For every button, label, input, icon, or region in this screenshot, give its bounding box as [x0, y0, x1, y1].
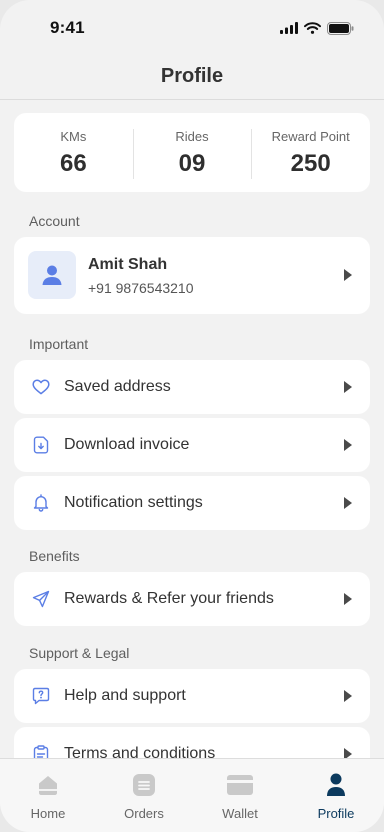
- menu-item-help-support[interactable]: Help and support: [14, 669, 370, 723]
- menu-item-rewards-refer[interactable]: Rewards & Refer your friends: [14, 572, 370, 626]
- page-title: Profile: [160, 65, 224, 87]
- chevron-right-icon: [344, 439, 352, 451]
- chevron-right-icon: [344, 381, 352, 393]
- stat-value: 09: [178, 150, 206, 177]
- chevron-right-icon: [344, 748, 352, 758]
- tab-label: Home: [30, 806, 66, 821]
- menu-item-label: Download invoice: [64, 436, 190, 453]
- battery-icon: [327, 21, 354, 35]
- stat-label: KMs: [60, 129, 87, 144]
- heart-icon: [31, 377, 51, 397]
- status-bar: 9:41: [0, 0, 384, 56]
- section-title-account: Account: [29, 213, 80, 229]
- section-title-important: Important: [29, 336, 89, 352]
- menu-item-label: Notification settings: [64, 494, 203, 511]
- phone-screen: 9:41 Profile KMs 66 Rides 09 Reward Poin…: [0, 0, 384, 832]
- page-header: Profile: [0, 56, 384, 100]
- tab-label: Orders: [124, 806, 164, 821]
- chevron-right-icon: [344, 593, 352, 605]
- stats-card: KMs 66 Rides 09 Reward Point 250: [14, 113, 370, 192]
- help-icon: [31, 686, 51, 706]
- chevron-right-icon: [344, 690, 352, 702]
- send-icon: [31, 589, 51, 609]
- tab-label: Profile: [317, 806, 355, 821]
- bell-icon: [31, 493, 51, 513]
- home-icon: [0, 771, 96, 799]
- menu-item-download-invoice[interactable]: Download invoice: [14, 418, 370, 472]
- bottom-tab-bar: Home Orders Wallet Profile: [0, 758, 384, 832]
- profile-icon: [288, 771, 384, 799]
- menu-item-label: Terms and conditions: [64, 745, 216, 758]
- menu-item-notification-settings[interactable]: Notification settings: [14, 476, 370, 530]
- stat-rides: Rides 09: [132, 127, 252, 179]
- menu-item-label: Rewards & Refer your friends: [64, 590, 274, 607]
- wifi-icon: [304, 22, 321, 34]
- stat-value: 66: [59, 150, 87, 177]
- invoice-icon: [31, 435, 51, 455]
- profile-content[interactable]: KMs 66 Rides 09 Reward Point 250 Account…: [0, 100, 384, 758]
- stat-reward-points: Reward Point 250: [251, 127, 370, 179]
- tab-home[interactable]: Home: [0, 759, 96, 832]
- stat-label: Rides: [175, 129, 209, 144]
- stat-label: Reward Point: [271, 129, 350, 144]
- tab-label: Wallet: [222, 806, 258, 821]
- clipboard-icon: [31, 744, 51, 758]
- account-phone: +91 9876543210: [88, 280, 194, 296]
- status-icons: [280, 21, 354, 35]
- signal-icon: [280, 22, 298, 34]
- stat-kms: KMs 66: [14, 127, 133, 178]
- account-name: Amit Shah: [88, 256, 168, 273]
- chevron-right-icon: [344, 269, 352, 281]
- tab-profile[interactable]: Profile: [288, 759, 384, 832]
- tab-orders[interactable]: Orders: [96, 759, 192, 832]
- stat-value: 250: [290, 150, 331, 177]
- menu-item-label: Saved address: [64, 378, 171, 395]
- status-time: 9:41: [50, 18, 85, 37]
- chevron-right-icon: [344, 497, 352, 509]
- menu-item-label: Help and support: [64, 687, 186, 704]
- section-title-benefits: Benefits: [29, 548, 80, 564]
- tab-wallet[interactable]: Wallet: [192, 759, 288, 832]
- menu-item-saved-address[interactable]: Saved address: [14, 360, 370, 414]
- orders-icon: [96, 771, 192, 799]
- avatar: [28, 251, 76, 299]
- wallet-icon: [192, 771, 288, 799]
- user-icon: [42, 265, 62, 285]
- account-card[interactable]: Amit Shah +91 9876543210: [14, 237, 370, 314]
- menu-item-terms-conditions[interactable]: Terms and conditions: [14, 727, 370, 758]
- section-title-support: Support & Legal: [29, 645, 130, 661]
